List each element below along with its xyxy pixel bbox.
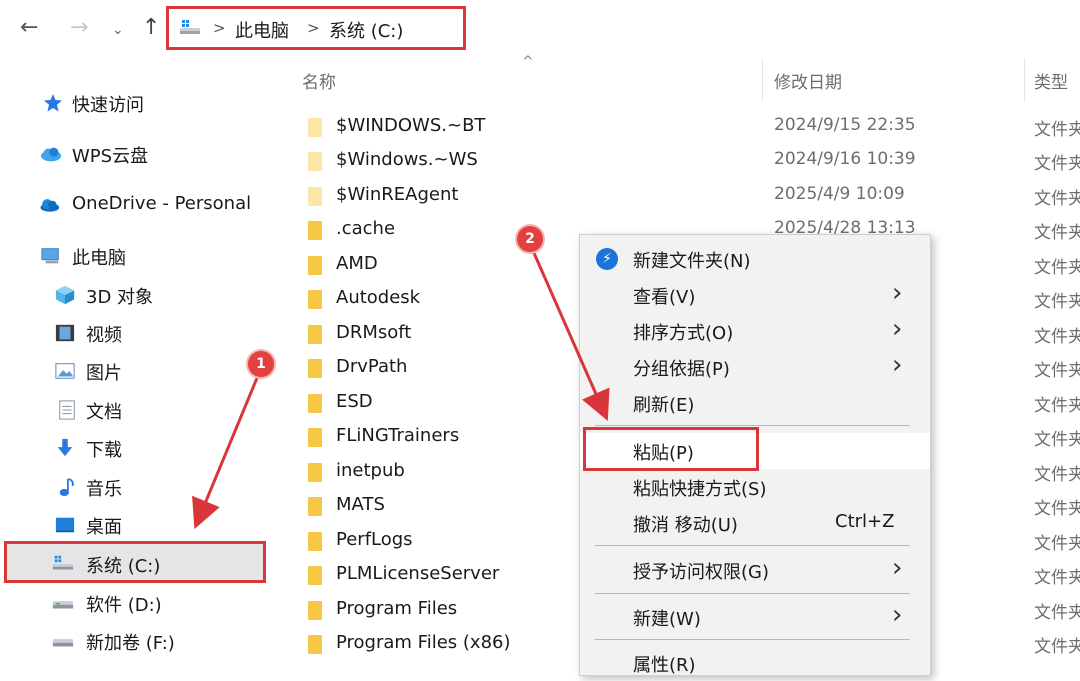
step-2-badge: 2 bbox=[517, 226, 543, 252]
arrow-to-paste bbox=[532, 252, 610, 421]
step-1-badge: 1 bbox=[248, 351, 274, 377]
arrow-to-drive-c bbox=[192, 377, 259, 530]
annotation-arrows bbox=[192, 252, 610, 530]
